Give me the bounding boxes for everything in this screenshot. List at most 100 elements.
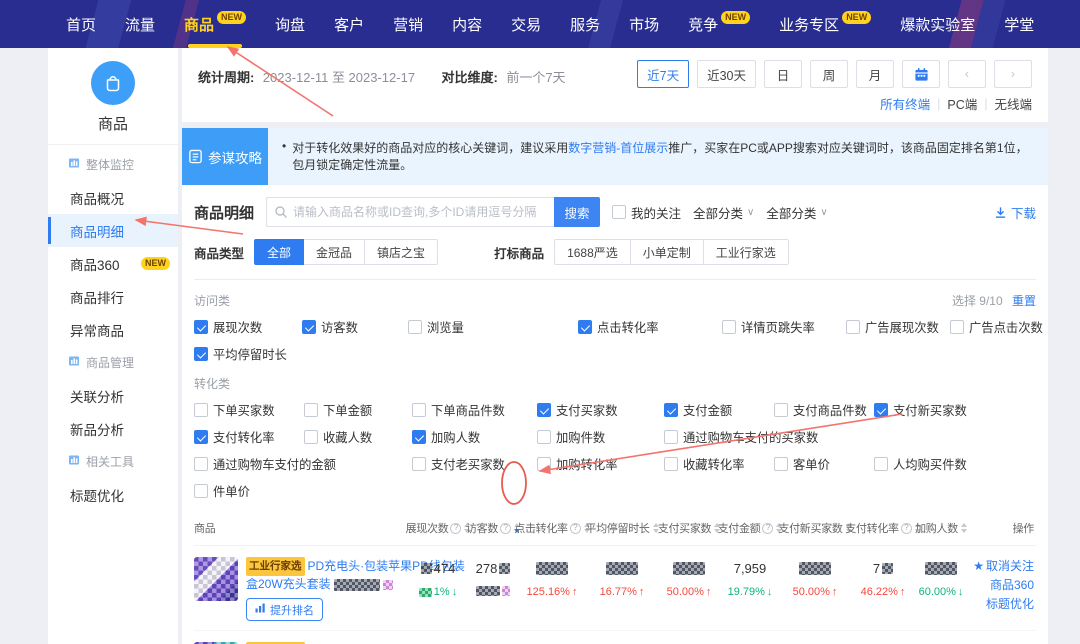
type-button-all[interactable]: 全部 bbox=[254, 239, 304, 265]
nav-item-competition[interactable]: 竞争NEW bbox=[688, 0, 750, 48]
nav-item-inquiry[interactable]: 询盘 bbox=[275, 0, 305, 48]
column-header-avg-stay[interactable]: 平均停留时长 bbox=[586, 520, 658, 536]
mark-button-small-order-custom[interactable]: 小单定制 bbox=[630, 239, 704, 265]
column-header-cart-users[interactable]: 加购人数 bbox=[916, 520, 966, 536]
sidebar-item-overall-monitor[interactable]: 整体监控 bbox=[48, 148, 178, 181]
convert-checkbox-2-0[interactable]: 通过购物车支付的金额 bbox=[194, 455, 412, 473]
visit-checkbox-1-0[interactable]: 平均停留时长 bbox=[194, 345, 302, 363]
my-follow-checkbox[interactable]: 我的关注 bbox=[612, 203, 681, 222]
nav-item-biz-zone[interactable]: 业务专区NEW bbox=[779, 0, 871, 48]
follow-toggle-link[interactable]: ★取消关注 bbox=[966, 557, 1034, 576]
new-badge: NEW bbox=[141, 257, 170, 270]
sidebar-item-goods-detail[interactable]: 商品明细 bbox=[48, 214, 178, 247]
banner-promo-link[interactable]: 数字营销-首位展示 bbox=[568, 141, 668, 155]
search-input[interactable] bbox=[266, 197, 554, 227]
type-button-shop-treasure[interactable]: 镇店之宝 bbox=[364, 239, 438, 265]
sidebar-item-goods-manage[interactable]: 商品管理 bbox=[48, 346, 178, 379]
convert-checkbox-0-6[interactable]: 支付新买家数 bbox=[874, 401, 1036, 419]
convert-checkbox-0-1[interactable]: 下单金额 bbox=[304, 401, 412, 419]
type-button-gold-crown[interactable]: 金冠品 bbox=[303, 239, 365, 265]
boost-rank-button[interactable]: 提升排名 bbox=[246, 598, 323, 621]
category-select-2[interactable]: 全部分类 ∨ bbox=[766, 203, 827, 222]
convert-checkbox-3-0[interactable]: 件单价 bbox=[194, 482, 304, 500]
metric-cell-pay-buyers: 50.00%↑ bbox=[658, 557, 720, 621]
nav-item-content[interactable]: 内容 bbox=[452, 0, 482, 48]
sidebar-item-relation-analysis[interactable]: 关联分析 bbox=[48, 379, 178, 412]
nav-item-goods[interactable]: 商品NEW bbox=[184, 0, 246, 48]
convert-checkbox-2-4[interactable]: 客单价 bbox=[774, 455, 874, 473]
sidebar-item-new-goods-analysis[interactable]: 新品分析 bbox=[48, 412, 178, 445]
nav-item-market[interactable]: 市场 bbox=[629, 0, 659, 48]
nav-item-traffic[interactable]: 流量 bbox=[125, 0, 155, 48]
down-arrow-icon: ↓ bbox=[452, 586, 458, 598]
convert-checkbox-2-3[interactable]: 收藏转化率 bbox=[664, 455, 774, 473]
category-select-1[interactable]: 全部分类 ∨ bbox=[693, 203, 754, 222]
prev-period-button[interactable]: ‹ bbox=[948, 60, 986, 88]
range-button-day[interactable]: 日 bbox=[764, 60, 802, 88]
product-title-link[interactable]: 盒20W充头套装 bbox=[246, 576, 331, 593]
visit-checkbox-0-5[interactable]: 广告展现次数 bbox=[846, 318, 950, 336]
column-header-pay-amount[interactable]: 支付金额? bbox=[720, 520, 780, 536]
terminal-link-all-terminals[interactable]: 所有终端 bbox=[880, 94, 930, 113]
column-header-click-rate[interactable]: 点击转化率? bbox=[518, 520, 586, 536]
convert-checkbox-0-5[interactable]: 支付商品件数 bbox=[774, 401, 874, 419]
convert-checkbox-1-2[interactable]: 加购人数 bbox=[412, 428, 537, 446]
sidebar-item-title-optimize[interactable]: 标题优化 bbox=[48, 478, 178, 511]
terminal-link-wireless-terminal[interactable]: 无线端 bbox=[994, 94, 1032, 113]
download-button[interactable]: 下载 bbox=[994, 203, 1036, 222]
range-button-month[interactable]: 月 bbox=[856, 60, 894, 88]
convert-checkbox-2-5[interactable]: 人均购买件数 bbox=[874, 455, 1036, 473]
range-button-last-30-days[interactable]: 近30天 bbox=[697, 60, 756, 88]
help-icon: ? bbox=[901, 523, 912, 534]
visit-checkbox-0-0[interactable]: 展现次数 bbox=[194, 318, 302, 336]
sidebar-item-goods-rank[interactable]: 商品排行 bbox=[48, 280, 178, 313]
convert-checkbox-1-3[interactable]: 加购件数 bbox=[537, 428, 664, 446]
convert-checkbox-0-0[interactable]: 下单买家数 bbox=[194, 401, 304, 419]
convert-checkbox-2-1[interactable]: 支付老买家数 bbox=[412, 455, 537, 473]
visit-checkbox-0-2[interactable]: 浏览量 bbox=[408, 318, 578, 336]
sidebar-item-goods-360[interactable]: 商品360NEW bbox=[48, 247, 178, 280]
convert-checkbox-1-4[interactable]: 通过购物车支付的买家数 bbox=[664, 428, 774, 446]
mark-button-1688-selected[interactable]: 1688严选 bbox=[554, 239, 631, 265]
search-button[interactable]: 搜索 bbox=[554, 197, 600, 227]
convert-checkbox-1-1[interactable]: 收藏人数 bbox=[304, 428, 412, 446]
nav-item-home[interactable]: 首页 bbox=[66, 0, 96, 48]
nav-item-marketing[interactable]: 营销 bbox=[393, 0, 423, 48]
convert-checkbox-2-2[interactable]: 加购转化率 bbox=[537, 455, 664, 473]
nav-item-hot-lab[interactable]: 爆款实验室 bbox=[900, 0, 975, 48]
checkbox-box bbox=[664, 403, 678, 417]
visit-checkbox-0-1[interactable]: 访客数 bbox=[302, 318, 408, 336]
sidebar-item-abnormal-goods[interactable]: 异常商品 bbox=[48, 313, 178, 346]
nav-item-academy[interactable]: 学堂 bbox=[1004, 0, 1034, 48]
column-header-new-pay-buyers[interactable]: 支付新买家数 bbox=[780, 520, 850, 536]
column-label: 商品 bbox=[194, 520, 215, 536]
nav-item-customer[interactable]: 客户 bbox=[334, 0, 364, 48]
column-header-visitors[interactable]: 访客数? bbox=[468, 520, 518, 536]
range-button-last-7-days[interactable]: 近7天 bbox=[637, 60, 689, 88]
convert-checkbox-1-0[interactable]: 支付转化率 bbox=[194, 428, 304, 446]
visit-checkbox-0-3[interactable]: 点击转化率 bbox=[578, 318, 722, 336]
range-button-week[interactable]: 周 bbox=[810, 60, 848, 88]
op-link-0[interactable]: 商品360 bbox=[966, 576, 1034, 595]
convert-checkbox-0-4[interactable]: 支付金额 bbox=[664, 401, 774, 419]
calendar-button[interactable] bbox=[902, 60, 940, 88]
visit-checkbox-0-4[interactable]: 详情页跳失率 bbox=[722, 318, 846, 336]
reset-button[interactable]: 重置 bbox=[1012, 294, 1036, 308]
nav-item-trade[interactable]: 交易 bbox=[511, 0, 541, 48]
convert-checkbox-0-3[interactable]: 支付买家数 bbox=[537, 401, 664, 419]
bar-chart-icon bbox=[255, 603, 266, 616]
sidebar-item-related-tools[interactable]: 相关工具 bbox=[48, 445, 178, 478]
product-thumbnail[interactable] bbox=[194, 557, 238, 601]
strategy-banner-tab[interactable]: 参谋攻略 bbox=[182, 128, 268, 185]
terminal-link-pc-terminal[interactable]: PC端 bbox=[947, 94, 977, 113]
convert-checkbox-0-2[interactable]: 下单商品件数 bbox=[412, 401, 537, 419]
column-header-pay-buyers[interactable]: 支付买家数 bbox=[658, 520, 720, 536]
nav-item-service[interactable]: 服务 bbox=[570, 0, 600, 48]
visit-checkbox-0-6[interactable]: 广告点击次数 bbox=[950, 318, 1043, 336]
mark-button-industry-expert[interactable]: 工业行家选 bbox=[703, 239, 789, 265]
column-header-impressions[interactable]: 展现次数? bbox=[408, 520, 468, 536]
column-header-pay-rate[interactable]: 支付转化率? bbox=[850, 520, 916, 536]
op-link-1[interactable]: 标题优化 bbox=[966, 595, 1034, 614]
next-period-button[interactable]: › bbox=[994, 60, 1032, 88]
sidebar-item-goods-overview[interactable]: 商品概况 bbox=[48, 181, 178, 214]
